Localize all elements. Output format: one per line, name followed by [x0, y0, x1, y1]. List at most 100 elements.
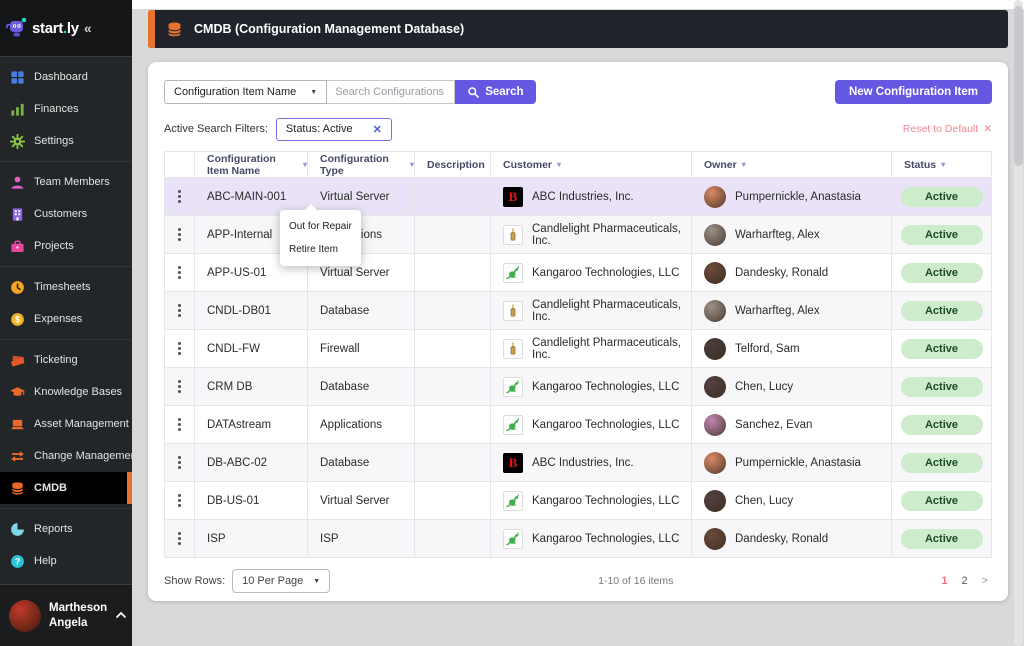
change-management-icon — [9, 448, 25, 464]
ci-description-cell — [415, 292, 491, 330]
row-actions-button[interactable] — [165, 216, 195, 254]
page-button-2[interactable]: 2 — [961, 575, 967, 587]
knowledge-bases-icon — [9, 384, 25, 400]
table-row[interactable]: ISPISPKangaroo Technologies, LLCDandesky… — [165, 520, 991, 558]
search-input[interactable] — [327, 80, 455, 104]
ci-name-cell: DB-ABC-02 — [195, 444, 308, 482]
row-actions-button[interactable] — [165, 292, 195, 330]
status-cell: Active — [892, 178, 991, 216]
status-cell: Active — [892, 254, 991, 292]
context-menu-item-out-for-repair[interactable]: Out for Repair — [280, 215, 361, 238]
sidebar-item-ticketing[interactable]: Ticketing — [0, 344, 132, 376]
status-badge: Active — [901, 491, 983, 511]
table-footer: Show Rows: 10 Per Page ▼ 1-10 of 16 item… — [164, 569, 992, 593]
table-row[interactable]: CNDL-FWFirewallCandlelight Pharmaceutica… — [165, 330, 991, 368]
sidebar-item-help[interactable]: ?Help — [0, 545, 132, 577]
search-category-select[interactable]: Configuration Item Name ▼ — [164, 80, 327, 104]
row-actions-button[interactable] — [165, 178, 195, 216]
search-category-value: Configuration Item Name — [174, 86, 296, 98]
table-row[interactable]: CRM DBDatabaseKangaroo Technologies, LLC… — [165, 368, 991, 406]
row-actions-button[interactable] — [165, 520, 195, 558]
sidebar-item-knowledge-bases[interactable]: Knowledge Bases — [0, 376, 132, 408]
owner-name: Sanchez, Evan — [735, 419, 812, 431]
context-menu-item-retire-item[interactable]: Retire Item — [280, 238, 361, 261]
sort-caret-icon[interactable]: ▾ — [303, 160, 307, 169]
sidebar-item-expenses[interactable]: $Expenses — [0, 303, 132, 335]
status-badge: Active — [901, 225, 983, 245]
filter-chip-status-active[interactable]: Status: Active ✕ — [276, 118, 392, 141]
owner-name: Chen, Lucy — [735, 381, 793, 393]
sidebar-item-customers[interactable]: Customers — [0, 198, 132, 230]
timesheets-icon — [9, 279, 25, 295]
sidebar-item-change-management[interactable]: Change Management — [0, 440, 132, 472]
owner-avatar — [704, 224, 726, 246]
chevron-up-icon[interactable] — [115, 607, 127, 625]
ci-description-cell — [415, 254, 491, 292]
page-size-select[interactable]: 10 Per Page ▼ — [232, 569, 330, 593]
sidebar-item-label: Reports — [34, 523, 73, 535]
ci-name-cell: CNDL-FW — [195, 330, 308, 368]
kebab-menu-icon — [178, 266, 181, 279]
row-actions-button[interactable] — [165, 368, 195, 406]
row-actions-button[interactable] — [165, 482, 195, 520]
sidebar-item-label: Asset Management — [34, 418, 129, 430]
sidebar-item-settings[interactable]: Settings — [0, 125, 132, 157]
brand-logo: start.ly — [32, 20, 79, 37]
row-actions-button[interactable] — [165, 254, 195, 292]
row-actions-button[interactable] — [165, 444, 195, 482]
next-page-icon[interactable]: > — [982, 575, 988, 587]
row-actions-button[interactable] — [165, 330, 195, 368]
column-header-customer[interactable]: Customer▾ — [491, 152, 692, 178]
owner-cell: Chen, Lucy — [692, 482, 892, 520]
sidebar-item-team-members[interactable]: Team Members — [0, 166, 132, 198]
sort-caret-icon[interactable]: ▾ — [410, 160, 414, 169]
column-header-status[interactable]: Status▾ — [892, 152, 991, 178]
user-menu[interactable]: Martheson Angela — [0, 584, 132, 646]
sidebar-item-projects[interactable]: Projects — [0, 230, 132, 262]
kebab-menu-icon — [178, 418, 181, 431]
new-configuration-item-button[interactable]: New Configuration Item — [835, 80, 992, 104]
reset-link-label: Reset to Default — [903, 123, 978, 135]
status-badge: Active — [901, 263, 983, 283]
sidebar-item-finances[interactable]: Finances — [0, 93, 132, 125]
status-badge: Active — [901, 529, 983, 549]
top-strip — [132, 0, 1024, 9]
kangaroo-technologies-logo — [503, 263, 523, 283]
table-row[interactable]: DB-US-01Virtual ServerKangaroo Technolog… — [165, 482, 991, 520]
ci-type-cell: Firewall — [308, 330, 415, 368]
scrollbar-thumb[interactable] — [1014, 6, 1023, 166]
table-row[interactable]: DATAstreamApplicationsKangaroo Technolog… — [165, 406, 991, 444]
search-button[interactable]: Search — [455, 80, 535, 104]
sidebar-item-cmdb[interactable]: CMDB — [0, 472, 132, 504]
remove-filter-icon[interactable]: ✕ — [373, 123, 382, 136]
search-icon — [467, 86, 480, 99]
owner-avatar — [704, 186, 726, 208]
sidebar-group: Ticketing Knowledge Bases Asset Management… — [0, 340, 132, 509]
ci-type-cell: Applications — [308, 406, 415, 444]
row-actions-button[interactable] — [165, 406, 195, 444]
status-cell: Active — [892, 520, 991, 558]
ci-description-cell — [415, 444, 491, 482]
table-row[interactable]: DB-ABC-02DatabaseBABC Industries, Inc.Pu… — [165, 444, 991, 482]
column-header-owner[interactable]: Owner▾ — [692, 152, 892, 178]
sidebar-item-label: Projects — [34, 240, 74, 252]
page-button-1[interactable]: 1 — [941, 575, 947, 587]
column-header-description[interactable]: Description▾ — [415, 152, 491, 178]
table-row[interactable]: CNDL-DB01DatabaseCandlelight Pharmaceuti… — [165, 292, 991, 330]
sort-caret-icon[interactable]: ▾ — [742, 160, 746, 169]
sidebar-group: Timesheets$Expenses — [0, 267, 132, 340]
sidebar-item-timesheets[interactable]: Timesheets — [0, 271, 132, 303]
sidebar-item-label: Knowledge Bases — [34, 386, 122, 398]
reset-to-default-link[interactable]: Reset to Default ✕ — [903, 123, 992, 135]
database-icon — [166, 21, 183, 38]
sidebar-item-label: Help — [34, 555, 57, 567]
sidebar-item-reports[interactable]: Reports — [0, 513, 132, 545]
sidebar-item-dashboard[interactable]: Dashboard — [0, 61, 132, 93]
sort-caret-icon[interactable]: ▾ — [557, 160, 561, 169]
sort-caret-icon[interactable]: ▾ — [941, 160, 945, 169]
ci-name-cell: CNDL-DB01 — [195, 292, 308, 330]
sidebar-collapse-icon[interactable]: « — [84, 20, 92, 36]
column-header-configuration-type[interactable]: Configuration Type▾ — [308, 152, 415, 178]
column-header-configuration-item-name[interactable]: Configuration Item Name▾ — [195, 152, 308, 178]
sidebar-item-asset-management[interactable]: Asset Management — [0, 408, 132, 440]
